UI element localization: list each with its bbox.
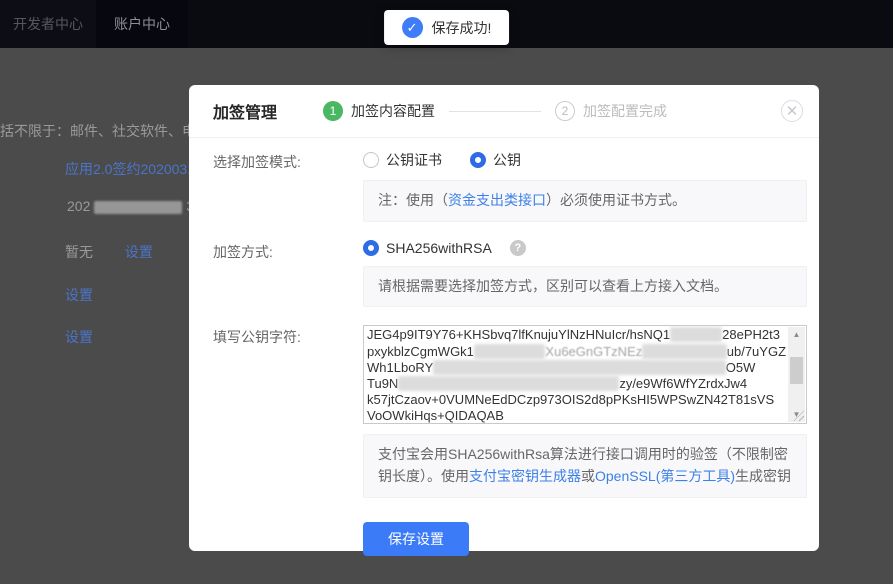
key-row-content: JEG4p9IT9Y76+KHSbvq7lfKnujuYlNzHNuIcr/hs…: [363, 325, 807, 497]
mode-note-prefix: 注：使用（: [378, 192, 448, 208]
fund-api-link[interactable]: 资金支出类接口: [448, 192, 546, 208]
radio-public-key[interactable]: 公钥: [470, 150, 521, 170]
number-mask: [94, 201, 182, 214]
background-masked-number: 20239: [67, 198, 202, 214]
close-icon[interactable]: ✕: [781, 100, 803, 122]
mode-note-suffix: ）必须使用证书方式。: [546, 192, 686, 208]
tab-developer-center[interactable]: 开发者中心: [0, 0, 96, 48]
tab-account-center[interactable]: 账户中心: [96, 0, 188, 48]
radio-label-cert: 公钥证书: [386, 150, 442, 170]
check-circle-icon: ✓: [402, 17, 423, 38]
radio-label-public-key: 公钥: [493, 150, 521, 170]
save-settings-button[interactable]: 保存设置: [363, 522, 469, 556]
step-2-config-done: 2 加签配置完成: [555, 101, 667, 121]
key-note: 支付宝会用SHA256withRsa算法进行接口调用时的验签（不限制密钥长度）。…: [363, 434, 807, 497]
settings-link-3[interactable]: 设置: [65, 327, 93, 347]
step-1-label: 加签内容配置: [351, 101, 435, 121]
key-note-text-2: 或: [581, 468, 595, 484]
textarea-scrollbar[interactable]: ▲ ▼: [788, 327, 805, 422]
method-row-content: SHA256withRSA ? 请根据需要选择加签方式，区别可以查看上方接入文档…: [363, 240, 807, 308]
key-row-label: 填写公钥字符:: [213, 325, 363, 497]
mode-note: 注：使用（资金支出类接口）必须使用证书方式。: [363, 180, 807, 222]
save-success-toast: ✓ 保存成功!: [384, 10, 510, 45]
dialog-title: 加签管理: [213, 99, 277, 123]
method-row-label: 加签方式:: [213, 240, 363, 308]
radio-dot-sha256[interactable]: [363, 240, 379, 256]
key-generator-link[interactable]: 支付宝密钥生成器: [469, 468, 581, 484]
settings-link-2[interactable]: 设置: [65, 285, 93, 305]
method-note: 请根据需要选择加签方式，区别可以查看上方接入文档。: [363, 266, 807, 308]
signature-management-dialog: 加签管理 1 加签内容配置 2 加签配置完成 ✕ 选择加签模式: 公钥证书: [189, 85, 819, 551]
scroll-up-icon[interactable]: ▲: [788, 327, 805, 342]
public-key-textarea[interactable]: JEG4p9IT9Y76+KHSbvq7lfKnujuYlNzHNuIcr/hs…: [363, 325, 807, 424]
radio-label-sha256: SHA256withRSA: [386, 240, 492, 256]
background-contact-text: 括不限于：邮件、社交软件、电话: [0, 121, 210, 141]
toast-message: 保存成功!: [432, 18, 492, 38]
none-label: 暂无: [65, 244, 93, 260]
radio-public-key-cert[interactable]: 公钥证书: [363, 150, 442, 170]
radio-sha256withrsa[interactable]: SHA256withRSA: [363, 240, 492, 256]
background-row-none: 暂无 设置: [65, 242, 153, 262]
mode-row-content: 公钥证书 公钥 注：使用（资金支出类接口）必须使用证书方式。: [363, 150, 807, 222]
background-contract-link[interactable]: 应用2.0签约20200313: [65, 159, 203, 179]
step-1-content-config: 1 加签内容配置: [323, 101, 435, 121]
radio-dot-cert[interactable]: [363, 152, 379, 168]
openssl-link[interactable]: OpenSSL(第三方工具): [595, 468, 735, 484]
step-2-badge: 2: [555, 101, 575, 121]
dialog-body: 选择加签模式: 公钥证书 公钥 注：使用（资金支出类接口）必须使用证书方式。 加…: [189, 138, 819, 556]
step-1-badge: 1: [323, 101, 343, 121]
radio-dot-public-key[interactable]: [470, 152, 486, 168]
help-icon[interactable]: ?: [510, 240, 526, 256]
settings-link-1[interactable]: 设置: [125, 244, 153, 260]
number-prefix: 202: [67, 198, 90, 214]
key-note-text-3: 生成密钥: [735, 468, 791, 484]
step-indicator: 1 加签内容配置 2 加签配置完成: [323, 101, 667, 121]
step-connector-line: [449, 111, 541, 112]
public-key-text: JEG4p9IT9Y76+KHSbvq7lfKnujuYlNzHNuIcr/hs…: [367, 327, 786, 424]
scrollbar-thumb[interactable]: [790, 357, 803, 384]
dialog-header: 加签管理 1 加签内容配置 2 加签配置完成 ✕: [189, 85, 819, 138]
mode-row-label: 选择加签模式:: [213, 150, 363, 222]
step-2-label: 加签配置完成: [583, 101, 667, 121]
